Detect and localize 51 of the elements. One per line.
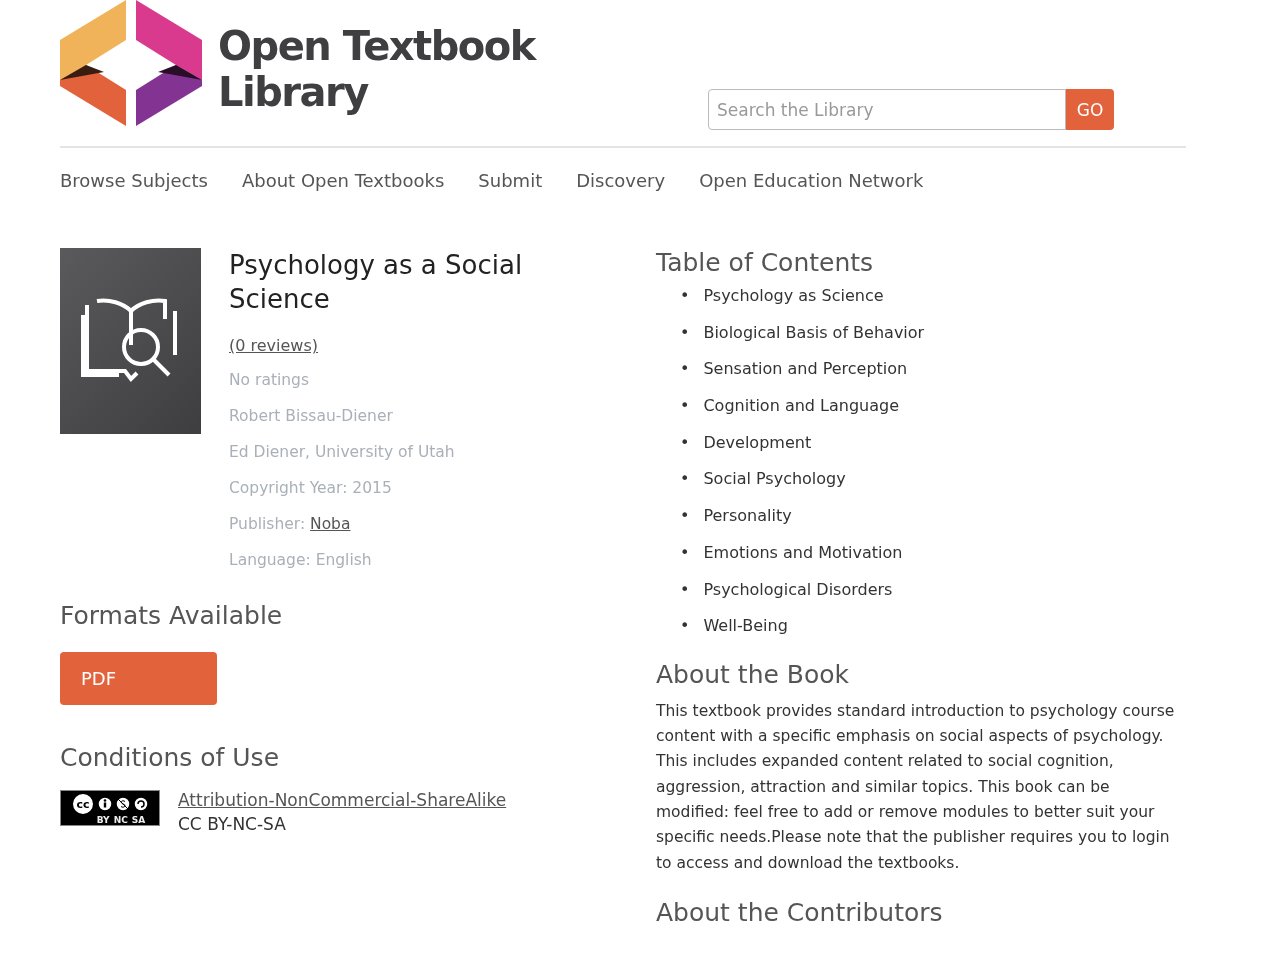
publisher-link[interactable]: Noba — [310, 515, 351, 533]
rating-text: No ratings — [229, 370, 310, 391]
nav-link[interactable]: Browse Subjects — [60, 170, 208, 224]
section-heading: Table of Contents — [656, 248, 875, 277]
detail-text: Robert Bissau-Diener — [229, 406, 394, 427]
detail-text: Language: English — [229, 550, 373, 571]
bullet: • — [680, 505, 690, 528]
license-link[interactable]: Attribution-NonCommercial-ShareAlike — [178, 790, 507, 810]
nav-link[interactable]: Submit — [478, 170, 543, 224]
bullet: • — [680, 285, 690, 307]
bullet: • — [680, 541, 690, 564]
section-heading: About the Book — [656, 659, 851, 689]
toc-item: Social Psychology — [703, 468, 846, 491]
toc-item: Emotions and Motivation — [703, 541, 903, 564]
share-alike-icon — [133, 796, 149, 812]
book-description: This textbook provides standard introduction to psychology course content with a specific emphasis on social aspects of psychology. This includes expanded content related to social cognition, aggression, attraction and similar topics. This book can be modified: feel free to add or remove modules to better suit your specific needs.Please note that the publisher requires you to login to access and download the textbooks. — [656, 700, 1176, 874]
badge-label: BY — [96, 816, 110, 825]
detail-text: Ed Diener, University of Utah — [229, 442, 456, 463]
nav-link[interactable]: About Open Textbooks — [241, 170, 445, 224]
license-code: CC BY-NC-SA — [178, 814, 287, 834]
detail-text: Copyright Year: 2015 — [229, 478, 393, 499]
toc-item: Well-Being — [703, 615, 788, 638]
cc-mark: cc — [71, 792, 95, 816]
toc-item: Cognition and Language — [703, 395, 900, 418]
section-heading: Formats Available — [60, 601, 284, 630]
toc-item: Biological Basis of Behavior — [703, 321, 925, 344]
book-title: Psychology as a Social Science — [229, 249, 524, 316]
badge-label: NC — [113, 816, 128, 825]
section-heading: Conditions of Use — [60, 743, 281, 772]
reviews-link[interactable]: (0 reviews) — [229, 336, 318, 355]
logo-text: Open Textbook Library — [218, 22, 535, 115]
search-field[interactable]: Search the Library — [708, 89, 1066, 130]
toc-item: Psychology as Science — [703, 285, 884, 307]
logo-icon — [60, 0, 202, 126]
section-heading: About the Contributors — [656, 897, 944, 927]
no-dollar-icon — [115, 796, 131, 812]
toc-item: Development — [703, 431, 812, 454]
bullet: • — [680, 358, 690, 381]
nav-link[interactable]: Open Education Network — [699, 170, 924, 224]
bullet: • — [680, 468, 690, 491]
bullet: • — [680, 431, 690, 454]
bullet: • — [680, 615, 690, 638]
toc-item: Psychological Disorders — [703, 578, 893, 601]
nav-link[interactable]: Discovery — [576, 170, 666, 224]
toc-item: Sensation and Perception — [703, 358, 908, 381]
badge-label: SA — [131, 816, 146, 825]
publisher-text: Publisher: Noba — [229, 514, 352, 535]
bullet: • — [680, 395, 690, 418]
bullet: • — [680, 578, 690, 601]
bullet: • — [680, 321, 690, 344]
toc-item: Personality — [703, 505, 792, 528]
